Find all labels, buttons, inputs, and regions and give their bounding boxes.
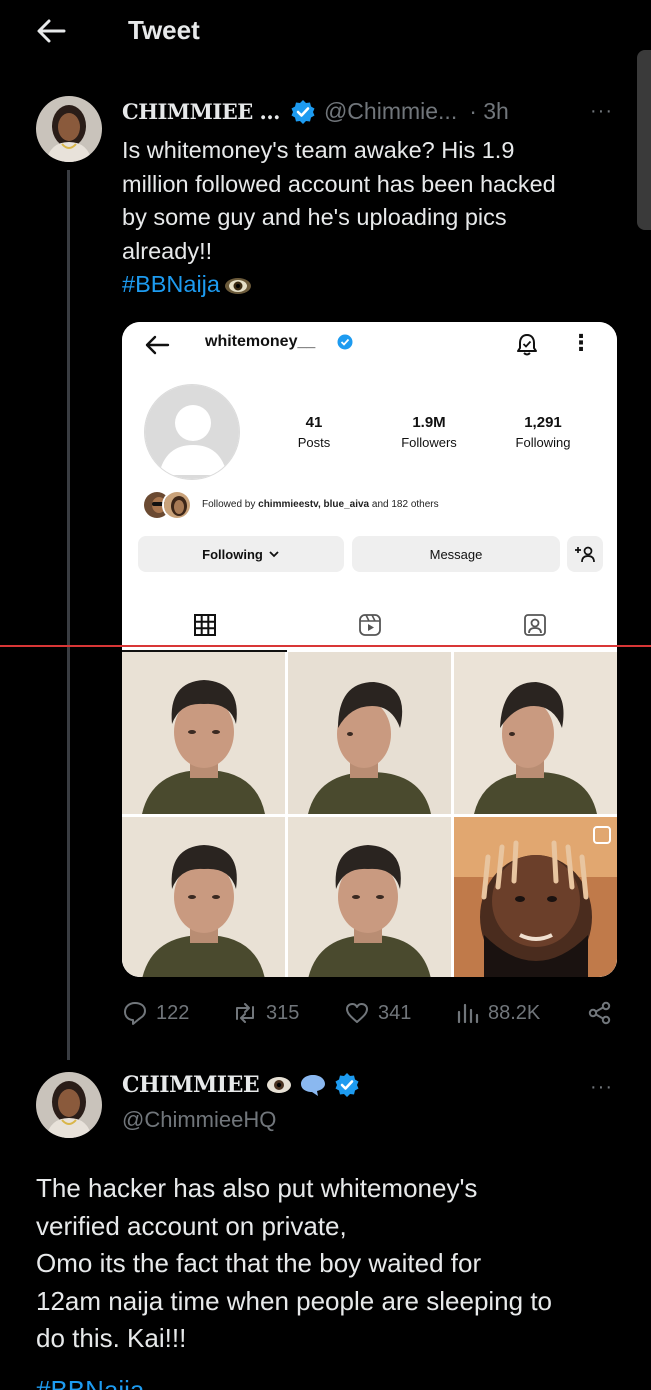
posts-label: Posts	[297, 435, 331, 450]
hashtag-link[interactable]: #BBNaija	[36, 1372, 144, 1390]
verified-badge-icon	[335, 1073, 359, 1097]
message-button-label: Message	[429, 546, 483, 562]
ig-profile-picture	[144, 384, 240, 480]
tweet-media-image[interactable]: whitemoney__ ⋮ 41 Posts 1.9M Followers 1…	[122, 322, 617, 977]
followed-by-row: Followed by chimmieestv, blue_aiva and 1…	[142, 490, 612, 522]
followed-by-text: Followed by chimmieestv, blue_aiva and 1…	[202, 499, 439, 510]
eye-emoji-icon	[267, 1077, 292, 1093]
tweet-line: verified account on private,	[36, 1210, 347, 1241]
arrow-left-icon[interactable]	[36, 18, 66, 44]
scrollbar[interactable]	[637, 50, 651, 230]
message-button: Message	[352, 536, 560, 572]
add-person-button	[567, 536, 603, 572]
notification-bell-icon	[517, 334, 537, 356]
ig-following-stat: 1,291 Following	[488, 414, 598, 450]
speech-bubble-icon	[301, 1075, 326, 1096]
more-options-icon[interactable]: ···	[590, 100, 613, 123]
grid-photo	[288, 817, 451, 977]
views-button[interactable]: 88.2K	[454, 1000, 540, 1026]
retweet-button[interactable]: 315	[232, 1000, 299, 1026]
verified-badge-icon	[337, 334, 353, 350]
verified-badge-icon	[291, 99, 315, 124]
grid-icon	[194, 614, 216, 636]
tweet-text: Is whitemoney's team awake? His 1.9 mill…	[122, 134, 622, 302]
chevron-down-icon	[269, 551, 279, 558]
views-chart-icon	[457, 1003, 479, 1024]
grid-photo	[122, 652, 285, 814]
tweet-line: Omo its the fact that the boy waited for	[36, 1248, 482, 1278]
instagram-profile-screenshot: whitemoney__ ⋮ 41 Posts 1.9M Followers 1…	[122, 322, 617, 652]
grid-photo	[454, 817, 617, 977]
tweet-line: 12am naija time when people are sleeping…	[36, 1285, 553, 1316]
share-icon	[588, 1001, 611, 1025]
tweet-text: The hacker has also put whitemoney's ver…	[36, 1170, 626, 1358]
followed-by-names: chimmieestv, blue_aiva	[258, 499, 370, 510]
author-handle[interactable]: @ChimmieeHQ	[122, 1107, 276, 1133]
reply-icon	[124, 1002, 146, 1025]
thread-line	[67, 170, 70, 1060]
share-button[interactable]	[587, 1000, 621, 1026]
following-count: 1,291	[524, 414, 562, 431]
arrow-left-icon	[145, 335, 170, 355]
ig-username: whitemoney__	[205, 333, 316, 350]
avatar[interactable]	[36, 1072, 102, 1138]
tweet-actions: 122 315 341 88.2K	[122, 1000, 622, 1034]
more-options-icon[interactable]: ···	[590, 1076, 613, 1099]
followed-by-suffix: and 182 others	[369, 499, 439, 510]
grid-photo	[122, 817, 285, 977]
like-button[interactable]: 341	[344, 1000, 411, 1026]
retweet-icon	[236, 1003, 254, 1023]
followers-label: Followers	[401, 435, 457, 450]
ig-followers-stat: 1.9M Followers	[374, 414, 484, 450]
reels-icon	[359, 614, 381, 636]
posts-count: 41	[305, 414, 323, 431]
tweet-line: by some guy and he's uploading pics	[122, 204, 507, 230]
ig-posts-stat: 41 Posts	[259, 414, 369, 450]
tweet-line: Is whitemoney's team awake? His 1.9	[122, 137, 515, 163]
heart-icon	[346, 1003, 368, 1023]
following-button: Following	[138, 536, 344, 572]
author-name[interactable]: CHIMMIEE ...	[122, 99, 280, 124]
author-handle[interactable]: @Chimmie...	[324, 98, 457, 125]
hashtag-link[interactable]: #BBNaija	[122, 271, 220, 297]
grid-photo	[288, 652, 451, 814]
reply-button[interactable]: 122	[122, 1000, 189, 1026]
tweet-line: already!!	[122, 237, 213, 264]
following-label: Following	[515, 435, 571, 450]
followers-count: 1.9M	[412, 414, 446, 431]
follower-avatar	[162, 490, 192, 520]
followed-by-prefix: Followed by	[202, 499, 259, 510]
ig-photo-grid	[122, 652, 617, 977]
tweet-line: million followed account has been hacked	[122, 170, 556, 197]
tweet-line: The hacker has also put whitemoney's	[36, 1173, 478, 1203]
top-bar: Tweet	[0, 0, 651, 62]
tagged-icon	[524, 614, 546, 636]
views-count: 88.2K	[488, 1001, 541, 1024]
add-person-icon	[575, 546, 595, 563]
ig-tab-bar	[122, 604, 617, 644]
like-count: 341	[378, 1001, 412, 1024]
eye-emoji-icon	[224, 277, 251, 294]
grid-photo	[454, 652, 617, 814]
avatar[interactable]	[36, 96, 102, 162]
tweet-header: CHIMMIEE ... @Chimmie... · 3h	[122, 98, 509, 125]
author-name[interactable]: CHIMMIEE	[122, 1072, 260, 1098]
retweet-count: 315	[266, 1001, 300, 1024]
tweet-time[interactable]: · 3h	[469, 98, 509, 125]
red-divider-line	[0, 645, 651, 647]
kebab-menu-icon: ⋮	[570, 330, 592, 355]
reply-count: 122	[156, 1001, 190, 1024]
tweet-line: do this. Kai!!!	[36, 1323, 187, 1353]
following-button-label: Following	[202, 546, 263, 562]
page-title: Tweet	[128, 15, 200, 45]
tweet-header: CHIMMIEE	[122, 1072, 361, 1098]
